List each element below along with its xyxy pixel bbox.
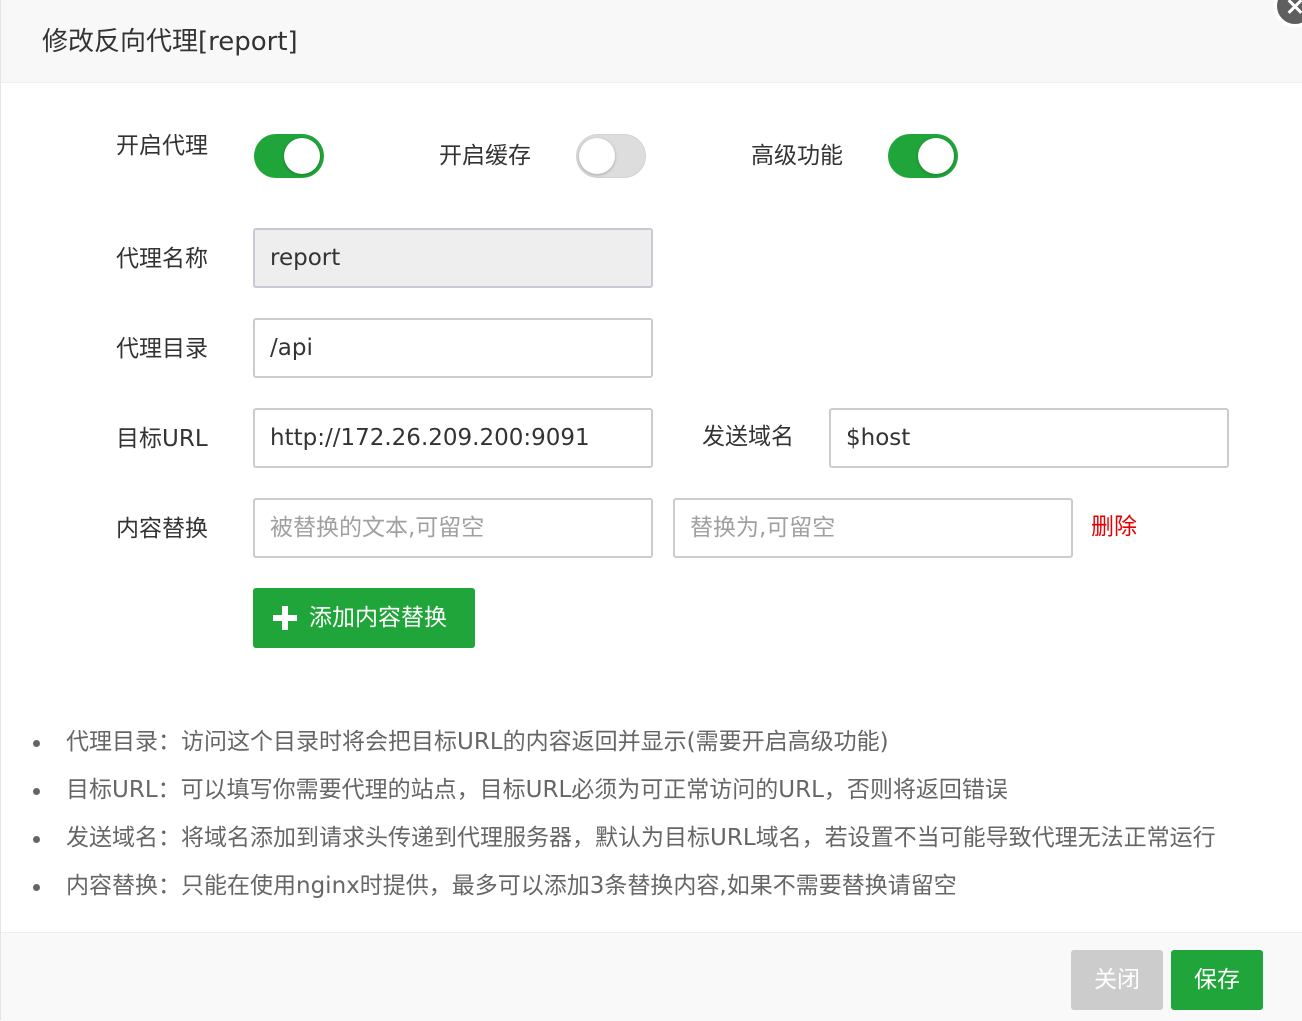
dialog-title-bar: 修改反向代理[report] — [1, 0, 1302, 83]
help-item: 目标URL：可以填写你需要代理的站点，目标URL必须为可正常访问的URL，否则将… — [29, 772, 1216, 820]
proxy-dir-input[interactable] — [253, 318, 653, 378]
bullet-icon — [33, 788, 40, 795]
save-button[interactable]: 保存 — [1171, 950, 1263, 1010]
cache-toggle-label: 开启缓存 — [439, 143, 531, 169]
dialog-title: 修改反向代理[report] — [42, 27, 298, 57]
proxy-toggle-label: 开启代理 — [116, 133, 208, 159]
help-text: 内容替换：只能在使用nginx时提供，最多可以添加3条替换内容,如果不需要替换请… — [66, 873, 957, 899]
send-domain-input[interactable] — [829, 408, 1229, 468]
help-item: 代理目录：访问这个目录时将会把目标URL的内容返回并显示(需要开启高级功能) — [29, 724, 1216, 772]
help-item: 发送域名：将域名添加到请求头传递到代理服务器，默认为目标URL域名，若设置不当可… — [29, 820, 1216, 868]
delete-replace-link[interactable]: 删除 — [1091, 512, 1137, 542]
help-list: 代理目录：访问这个目录时将会把目标URL的内容返回并显示(需要开启高级功能) 目… — [29, 724, 1216, 916]
reverse-proxy-dialog: 修改反向代理[report] 开启代理 开启缓存 高级功能 代理名称 代理目录 … — [0, 0, 1302, 1021]
help-text: 代理目录：访问这个目录时将会把目标URL的内容返回并显示(需要开启高级功能) — [66, 729, 889, 755]
bullet-icon — [33, 740, 40, 747]
advanced-toggle-label: 高级功能 — [751, 143, 843, 169]
toggle-knob — [918, 138, 954, 174]
plus-icon — [273, 606, 297, 630]
target-url-input[interactable] — [253, 408, 653, 468]
send-domain-label: 发送域名 — [702, 424, 794, 450]
proxy-name-label: 代理名称 — [116, 246, 208, 272]
replace-from-input[interactable] — [253, 498, 653, 558]
target-url-label: 目标URL — [116, 426, 208, 452]
bullet-icon — [33, 884, 40, 891]
help-text: 目标URL：可以填写你需要代理的站点，目标URL必须为可正常访问的URL，否则将… — [66, 777, 1008, 803]
add-content-replace-button[interactable]: 添加内容替换 — [253, 588, 475, 648]
proxy-toggle[interactable] — [254, 134, 324, 178]
bullet-icon — [33, 836, 40, 843]
cache-toggle[interactable] — [576, 134, 646, 178]
advanced-toggle[interactable] — [888, 134, 958, 178]
help-text: 发送域名：将域名添加到请求头传递到代理服务器，默认为目标URL域名，若设置不当可… — [66, 825, 1216, 851]
content-replace-label: 内容替换 — [116, 516, 208, 542]
proxy-dir-label: 代理目录 — [116, 336, 208, 362]
toggle-knob — [284, 138, 320, 174]
close-button[interactable]: 关闭 — [1071, 950, 1163, 1010]
proxy-name-input — [253, 228, 653, 288]
toggle-knob — [579, 138, 615, 174]
replace-to-input[interactable] — [673, 498, 1073, 558]
add-content-replace-label: 添加内容替换 — [309, 605, 447, 631]
help-item: 内容替换：只能在使用nginx时提供，最多可以添加3条替换内容,如果不需要替换请… — [29, 868, 1216, 916]
